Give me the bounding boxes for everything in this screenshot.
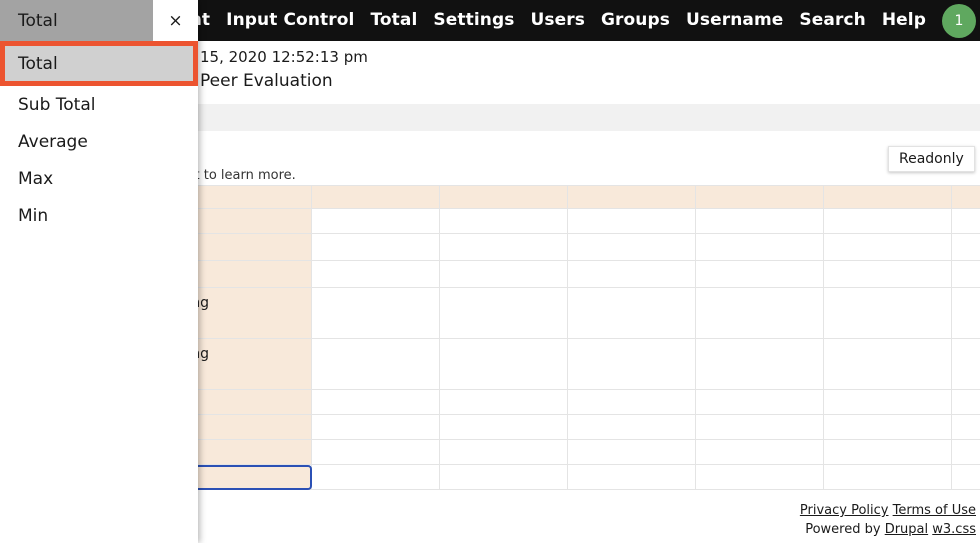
table-cell-input[interactable] [823,464,952,490]
table-column-header[interactable] [439,185,568,209]
table-cell-input[interactable] [823,338,952,390]
table-cell-input[interactable] [951,414,980,440]
table-cell-input[interactable] [311,233,440,261]
table-cell-input[interactable] [951,208,980,234]
table-cell-input[interactable] [695,260,824,288]
table-cell-input[interactable] [823,414,952,440]
table-cell-input[interactable] [311,414,440,440]
nav-item-settings[interactable]: Settings [425,0,522,41]
table-cell-input[interactable] [439,208,568,234]
table-cell-input[interactable] [311,389,440,415]
table-cell-input[interactable] [695,338,824,390]
table-cell-input[interactable] [823,389,952,415]
table-cell-input[interactable] [695,208,824,234]
table-cell-input[interactable] [951,287,980,339]
table-cell-input[interactable] [311,287,440,339]
table-cell-input[interactable] [439,439,568,465]
nav-item-help[interactable]: Help [874,0,934,41]
close-icon[interactable]: × [153,0,198,41]
table-cell-input[interactable] [311,208,440,234]
table-column-header[interactable] [311,185,440,209]
table-cell-input[interactable] [951,233,980,261]
table-cell-input[interactable] [695,464,824,490]
table-cell-input[interactable] [439,338,568,390]
dropdown-option-average[interactable]: Average [0,123,198,160]
table-cell-input[interactable] [567,414,696,440]
page-footer: Privacy Policy Terms of Use Powered by D… [800,501,976,539]
table-cell-input[interactable] [823,439,952,465]
table-cell-input[interactable] [439,389,568,415]
table-column-header[interactable] [695,185,824,209]
table-cell-input[interactable] [823,208,952,234]
table-cell-input[interactable] [951,439,980,465]
table-cell-input[interactable] [695,287,824,339]
table-cell-input[interactable] [695,389,824,415]
table-cell-input[interactable] [567,233,696,261]
table-cell-input[interactable] [311,464,440,490]
dropdown-title: Total [0,0,153,41]
nav-item-search[interactable]: Search [791,0,873,41]
table-cell-input[interactable] [439,287,568,339]
table-cell-input[interactable] [823,260,952,288]
dropdown-option-total[interactable]: Total [0,41,198,86]
table-column-header[interactable] [951,185,980,209]
table-cell-input[interactable] [439,260,568,288]
nav-item-total[interactable]: Total [362,0,425,41]
table-cell-input[interactable] [311,439,440,465]
table-cell-input[interactable] [311,260,440,288]
table-cell-input[interactable] [823,287,952,339]
table-cell-input[interactable] [439,233,568,261]
table-column-header[interactable] [823,185,952,209]
app-root: 15, 2020 12:52:13 pm Peer Evaluation Rea… [0,0,980,543]
table-cell-input[interactable] [823,233,952,261]
nav-item-input-control[interactable]: Input Control [218,0,362,41]
table-cell-input[interactable] [439,464,568,490]
footer-credits: Powered by Drupal w3.css [800,520,976,539]
table-cell-input[interactable] [567,389,696,415]
table-cell-input[interactable] [695,439,824,465]
table-cell-input[interactable] [567,260,696,288]
table-cell-input[interactable] [951,260,980,288]
table-cell-input[interactable] [695,233,824,261]
nav-item-username[interactable]: Username [678,0,791,41]
avatar[interactable]: 1 [942,3,976,38]
powered-by-label: Powered by [805,522,881,537]
table-cell-input[interactable] [567,464,696,490]
dropdown-option-sub-total[interactable]: Sub Total [0,86,198,123]
table-cell-input[interactable] [567,208,696,234]
terms-of-use-link[interactable]: Terms of Use [893,503,976,518]
total-dropdown-panel: Total × Total Sub Total Average Max Min [0,0,198,543]
nav-item-users[interactable]: Users [522,0,592,41]
table-cell-input[interactable] [311,338,440,390]
table-cell-input[interactable] [439,414,568,440]
table-cell-input[interactable] [567,439,696,465]
drupal-link[interactable]: Drupal [885,522,928,537]
w3css-link[interactable]: w3.css [932,522,976,537]
table-cell-input[interactable] [567,287,696,339]
dropdown-option-min[interactable]: Min [0,197,198,234]
nav-item-groups[interactable]: Groups [593,0,678,41]
footer-legal-links: Privacy Policy Terms of Use [800,501,976,520]
dropdown-header: Total × [0,0,198,41]
dropdown-option-list: Total Sub Total Average Max Min [0,41,198,234]
table-cell-input[interactable] [951,389,980,415]
privacy-policy-link[interactable]: Privacy Policy [800,503,889,518]
table-cell-input[interactable] [951,464,980,490]
table-cell-input[interactable] [695,414,824,440]
dropdown-option-max[interactable]: Max [0,160,198,197]
table-cell-input[interactable] [951,338,980,390]
table-cell-input[interactable] [567,338,696,390]
table-column-header[interactable] [567,185,696,209]
